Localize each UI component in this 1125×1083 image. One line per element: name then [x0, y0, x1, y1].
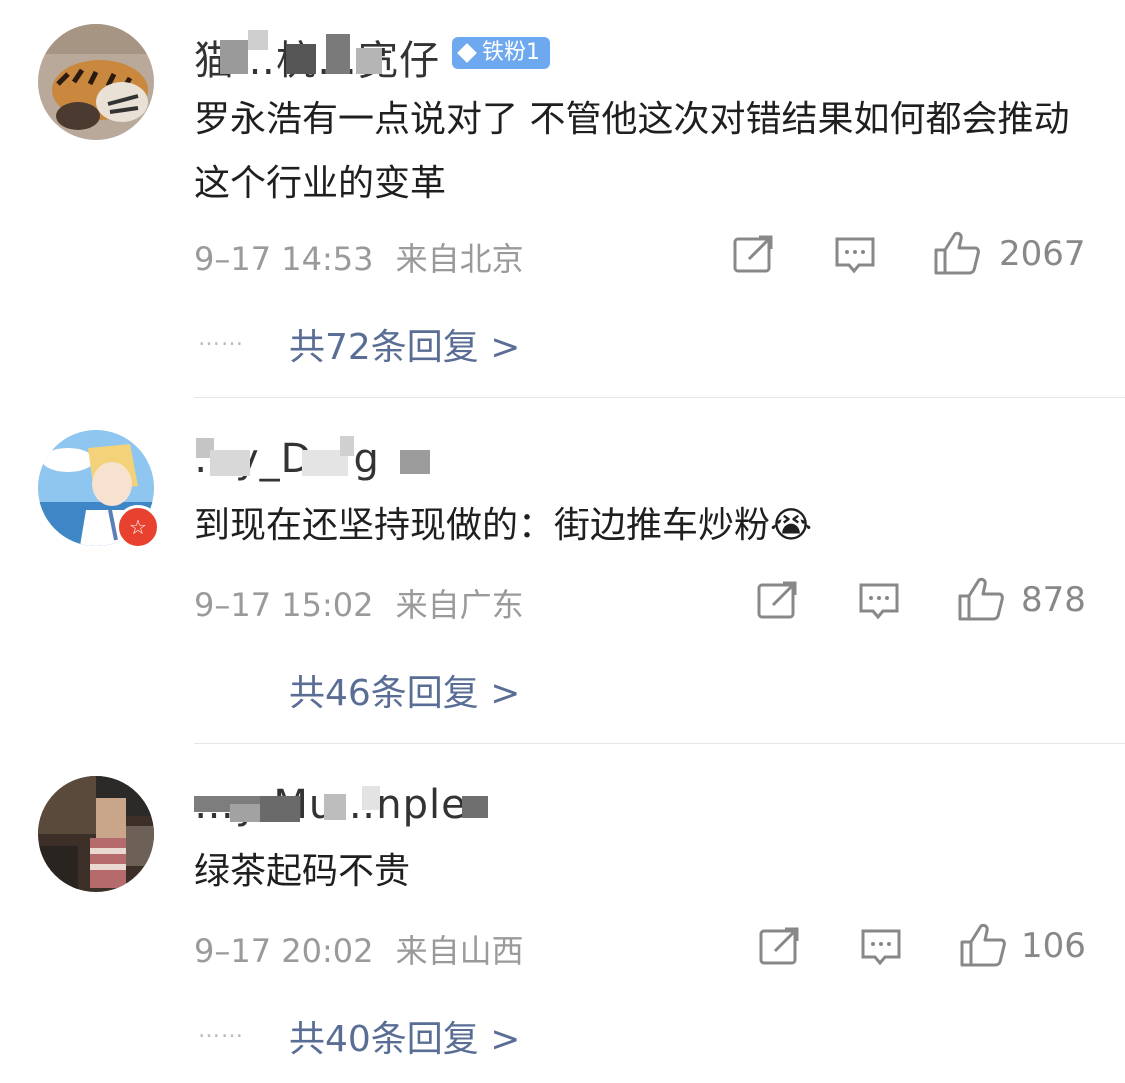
comment-icon[interactable] — [858, 582, 900, 622]
comment-meta: 9–17 14:53 来自北京 — [194, 234, 524, 280]
avatar[interactable] — [38, 24, 154, 140]
like-count: 106 — [1021, 926, 1086, 966]
fan-badge-label: 铁粉1 — [482, 40, 540, 65]
comment-text: 到现在还坚持现做的：街边推车炒粉😭 — [194, 505, 813, 546]
diamond-icon — [457, 43, 477, 63]
divider — [194, 397, 1125, 398]
like-count: 878 — [1021, 580, 1086, 620]
tiger-avatar-image — [38, 24, 154, 140]
comment-icon[interactable] — [834, 236, 876, 276]
share-icon[interactable] — [759, 927, 801, 967]
comment-meta: 9–17 15:02 来自广东 — [194, 580, 524, 626]
view-replies-link[interactable]: 共46条回复 > — [289, 664, 520, 716]
mosaic-avatar-image — [38, 776, 154, 892]
username-mosaic — [190, 432, 450, 482]
thumbs-up-icon[interactable] — [933, 230, 981, 276]
comment-text: 罗永浩有一点说对了 不管他这次对错结果如何都会推动这个行业的变革 — [194, 99, 1070, 204]
username-mosaic — [190, 30, 450, 80]
comment-time: 9–17 20:02 — [194, 932, 374, 970]
share-icon[interactable] — [757, 581, 799, 621]
divider — [194, 743, 1125, 744]
view-replies-link[interactable]: 共40条回复 > — [289, 1010, 520, 1062]
comment-time: 9–17 15:02 — [194, 586, 374, 624]
comment-location: 来自北京 — [395, 240, 524, 278]
thumbs-up-icon[interactable] — [959, 922, 1007, 968]
avatar[interactable] — [38, 776, 154, 892]
comment-location: 来自山西 — [395, 932, 524, 970]
comment-icon[interactable] — [860, 928, 902, 968]
comment-text: 绿茶起码不贵 — [194, 851, 411, 892]
username-mosaic — [190, 786, 520, 836]
thumbs-up-icon[interactable] — [957, 576, 1005, 622]
replies-dots: …… — [198, 1018, 244, 1043]
share-icon[interactable] — [733, 235, 775, 275]
view-replies-link[interactable]: 共72条回复 > — [289, 318, 520, 370]
comment-location: 来自广东 — [395, 586, 524, 624]
verified-badge-icon: ☆ — [116, 505, 160, 549]
replies-dots: …… — [198, 326, 244, 351]
like-count: 2067 — [999, 234, 1086, 274]
fan-badge: 铁粉1 — [452, 37, 550, 69]
comment-meta: 9–17 20:02 来自山西 — [194, 926, 524, 972]
comment-time: 9–17 14:53 — [194, 240, 374, 278]
